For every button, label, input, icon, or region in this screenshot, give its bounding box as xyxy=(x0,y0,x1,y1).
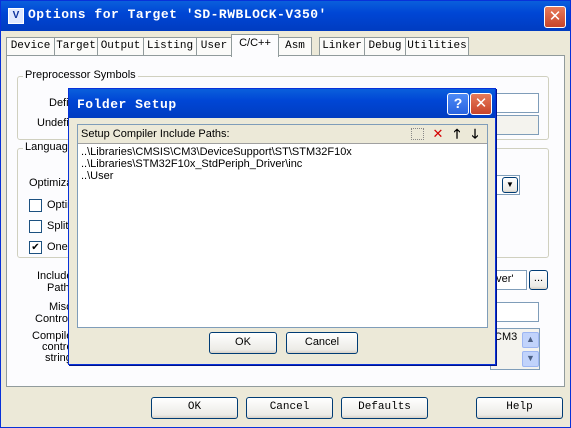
language-group-label: Languag xyxy=(23,141,70,153)
dialog-title: Folder Setup xyxy=(77,97,177,112)
misc-controls-field[interactable] xyxy=(493,302,539,322)
include-paths-list: Setup Compiler Include Paths: ✕ 🡑 🡓 ..\L… xyxy=(77,124,488,328)
dialog-ok-button[interactable]: OK xyxy=(209,332,277,354)
ok-button[interactable]: OK xyxy=(151,397,238,419)
chevron-down-icon[interactable]: ▼ xyxy=(502,177,518,193)
tab-utilities[interactable]: Utilities xyxy=(405,37,469,56)
tab-output[interactable]: Output xyxy=(97,37,144,56)
tab-asm[interactable]: Asm xyxy=(278,37,312,56)
undefine-field[interactable] xyxy=(493,115,539,135)
dialog-close-button[interactable]: ✕ xyxy=(470,93,492,115)
window-title: Options for Target 'SD-RWBLOCK-V350' xyxy=(28,7,327,22)
scroll-down-icon[interactable]: ▼ xyxy=(522,351,539,367)
new-folder-icon[interactable] xyxy=(411,128,424,140)
include-browse-button[interactable]: ... xyxy=(529,270,548,290)
scroll-up-icon[interactable]: ▲ xyxy=(522,332,539,348)
cancel-button[interactable]: Cancel xyxy=(246,397,333,419)
tab-linker[interactable]: Linker xyxy=(319,37,365,56)
tab-device[interactable]: Device xyxy=(6,37,55,56)
tab-listing[interactable]: Listing xyxy=(143,37,197,56)
delete-icon[interactable]: ✕ xyxy=(430,127,446,141)
folder-setup-dialog: Folder Setup ? ✕ Setup Compiler Include … xyxy=(68,88,496,365)
tab-user[interactable]: User xyxy=(196,37,232,56)
tab-c-cpp[interactable]: C/C++ xyxy=(231,34,279,57)
preprocessor-group-label: Preprocessor Symbols xyxy=(23,69,138,81)
optimize-checkbox[interactable] xyxy=(29,199,42,212)
split-checkbox-label: Split xyxy=(47,220,69,232)
path-item[interactable]: ..\Libraries\CMSIS\CM3\DeviceSupport\ST\… xyxy=(81,146,352,158)
dialog-help-button[interactable]: ? xyxy=(447,93,469,115)
dialog-cancel-button[interactable]: Cancel xyxy=(286,332,358,354)
defaults-button[interactable]: Defaults xyxy=(341,397,428,419)
optimization-select[interactable]: ▼ xyxy=(493,175,520,195)
one-checkbox-label: One xyxy=(47,241,68,253)
compiler-control-field[interactable]: CM3 ▲ ▼ xyxy=(490,328,540,370)
move-up-icon[interactable]: 🡑 xyxy=(449,127,465,141)
tab-target[interactable]: Target xyxy=(54,37,98,56)
move-down-icon[interactable]: 🡓 xyxy=(467,127,483,141)
app-icon: V xyxy=(8,8,24,24)
help-button[interactable]: Help xyxy=(476,397,563,419)
window-close-button[interactable]: ✕ xyxy=(544,6,566,28)
dialog-title-bar[interactable]: Folder Setup ? ✕ xyxy=(69,89,495,118)
compiler-control-value: CM3 xyxy=(494,331,518,343)
paths-header-label: Setup Compiler Include Paths: xyxy=(81,128,230,140)
paths-list-header: Setup Compiler Include Paths: ✕ 🡑 🡓 xyxy=(78,125,487,144)
path-item[interactable]: ..\User xyxy=(81,170,113,182)
one-checkbox[interactable]: ✔ xyxy=(29,241,42,254)
split-checkbox[interactable] xyxy=(29,220,42,233)
title-bar[interactable]: V Options for Target 'SD-RWBLOCK-V350' ✕ xyxy=(1,1,570,31)
define-field[interactable] xyxy=(493,93,539,113)
tab-debug[interactable]: Debug xyxy=(364,37,406,56)
path-item[interactable]: ..\Libraries\STM32F10x_StdPeriph_Driver\… xyxy=(81,158,302,170)
